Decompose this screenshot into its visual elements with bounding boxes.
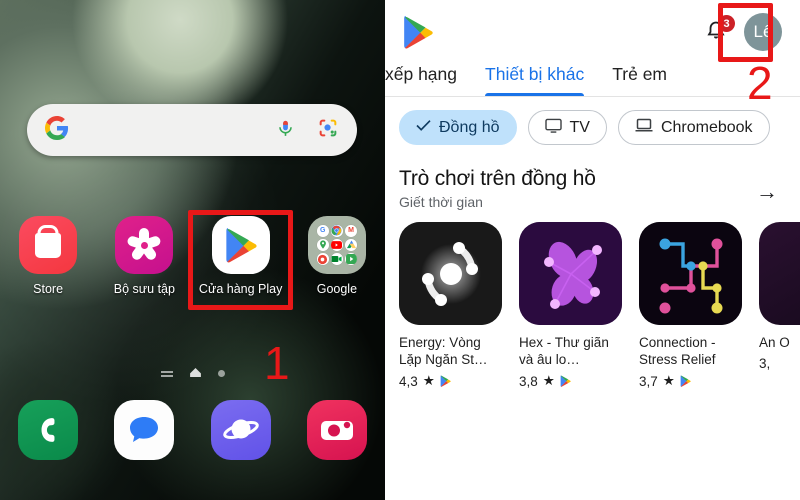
app-thumbnail-hex <box>519 222 622 325</box>
google-g-icon <box>45 115 69 145</box>
annotation-box-2 <box>718 3 773 62</box>
microphone-icon[interactable] <box>276 116 295 145</box>
app-rating-row: 3,8 ★ <box>519 373 622 389</box>
app-rating: 3, <box>759 356 771 371</box>
chip-watch[interactable]: Đồng hồ <box>399 110 517 145</box>
app-rating: 3,7 <box>639 373 658 389</box>
section-title: Trò chơi trên đồng hồ <box>399 167 596 190</box>
app-name: An O <box>759 335 790 350</box>
app-thumbnail-energy <box>399 222 502 325</box>
app-name: Hex - Thư giãn và âu lo… <box>519 335 609 367</box>
app-rating-row: 3,7 ★ <box>639 373 742 389</box>
messages-icon[interactable] <box>114 400 175 460</box>
check-icon <box>416 119 431 137</box>
app-name: Connection - Stress Relief <box>639 335 716 367</box>
mini-drive-icon <box>345 239 357 251</box>
google-play-badge <box>560 375 571 387</box>
google-folder-icon: G M <box>307 216 366 274</box>
home-dock <box>0 400 385 460</box>
tab-ranking[interactable]: xếp hạng <box>385 64 457 96</box>
mini-yt-music-icon <box>345 253 357 265</box>
chip-label: Đồng hồ <box>439 118 500 136</box>
tv-icon <box>544 118 562 138</box>
phone-icon[interactable] <box>18 400 79 460</box>
tab-other-devices[interactable]: Thiết bị khác <box>485 64 585 96</box>
chip-tv[interactable]: TV <box>527 110 607 145</box>
app-rating: 4,3 <box>399 373 418 389</box>
chip-label: TV <box>569 118 590 136</box>
camera-icon[interactable] <box>306 400 367 460</box>
galaxy-store-icon <box>19 216 78 274</box>
search-bar-actions <box>276 116 339 145</box>
section-header: Trò chơi trên đồng hồ Giết thời gian → <box>385 158 800 210</box>
annotation-number-1: 1 <box>264 337 290 389</box>
android-home-screen: Store Bộ sưu tập Cửa hàng Play G M Googl… <box>0 0 385 500</box>
app-card[interactable]: Energy: Vòng Lặp Ngăn St… 4,3 ★ <box>399 222 502 389</box>
page-indicator <box>0 364 385 382</box>
mini-gmail-icon: M <box>345 225 357 237</box>
arrow-right-icon[interactable]: → <box>756 167 786 205</box>
app-card-list: Energy: Vòng Lặp Ngăn St… 4,3 ★ Hex - Th… <box>385 210 800 389</box>
mini-photos-icon <box>316 253 329 265</box>
mini-meet-icon <box>331 253 343 265</box>
mini-google-icon: G <box>316 225 329 237</box>
app-thumbnail-partial <box>759 222 800 325</box>
samsung-internet-icon[interactable] <box>210 400 271 460</box>
google-search-bar[interactable] <box>27 104 357 156</box>
chip-label: Chromebook <box>660 118 753 136</box>
star-icon: ★ <box>422 373 435 388</box>
google-lens-icon[interactable] <box>317 117 339 144</box>
section-subtitle: Giết thời gian <box>399 194 483 210</box>
app-google-folder[interactable]: G M Google <box>298 216 376 296</box>
app-name: Energy: Vòng Lặp Ngăn St… <box>399 335 488 367</box>
star-icon: ★ <box>662 373 675 388</box>
app-label: Bộ sưu tập <box>113 282 175 296</box>
screenshot-root: Store Bộ sưu tập Cửa hàng Play G M Googl… <box>0 0 800 500</box>
tab-kids[interactable]: Trẻ em <box>612 64 667 96</box>
annotation-box-1 <box>188 210 293 310</box>
app-galaxy-store[interactable]: Store <box>9 216 87 296</box>
mini-maps-icon <box>316 239 329 251</box>
star-icon: ★ <box>542 373 555 388</box>
google-play-logo <box>401 15 435 49</box>
google-play-badge <box>440 375 451 387</box>
play-tabs: xếp hạng Thiết bị khác Trẻ em <box>385 64 800 96</box>
app-rating: 3,8 <box>519 373 538 389</box>
app-card[interactable]: An O 3, <box>759 222 800 389</box>
gallery-icon <box>115 216 174 274</box>
app-gallery[interactable]: Bộ sưu tập <box>105 216 183 296</box>
laptop-icon <box>635 118 653 138</box>
home-icon[interactable] <box>189 364 201 382</box>
mini-youtube-icon <box>331 239 343 251</box>
google-play-badge <box>680 375 691 387</box>
app-rating-row: 3, <box>759 356 800 371</box>
app-label: Store <box>33 282 64 296</box>
dot-icon[interactable] <box>217 369 225 377</box>
list-icon[interactable] <box>160 370 173 377</box>
annotation-number-2: 2 <box>747 57 773 109</box>
app-rating-row: 4,3 ★ <box>399 373 502 389</box>
google-play-store-app: 3 Lê xếp hạng Thiết bị khác Trẻ em Đồng … <box>385 0 800 500</box>
app-card[interactable]: Hex - Thư giãn và âu lo… 3,8 ★ <box>519 222 622 389</box>
app-card[interactable]: Connection - Stress Relief 3,7 ★ <box>639 222 742 389</box>
app-label: Google <box>316 282 358 296</box>
chip-chromebook[interactable]: Chromebook <box>617 110 770 145</box>
app-thumbnail-connection <box>639 222 742 325</box>
device-filter-chips: Đồng hồ TV Chromebook <box>385 97 800 158</box>
mini-chrome-icon <box>331 225 343 237</box>
